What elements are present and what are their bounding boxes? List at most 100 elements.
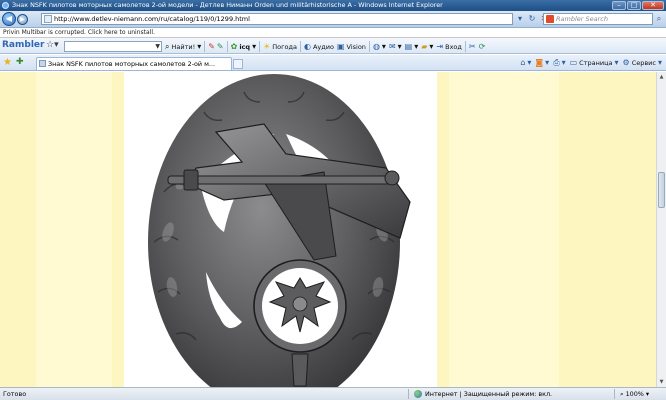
- chevron-down-icon: ▾: [657, 58, 662, 67]
- chevron-down-icon: ▾: [197, 41, 202, 51]
- home-button[interactable]: ⌂ ▾: [520, 58, 531, 68]
- rambler-toolbar: Rambler ☆▾ ⌕Найти!▾ ✎✎ ✿icq▾ ☀Погода ◐Ау…: [0, 38, 666, 54]
- audio-button[interactable]: ◐ Аудио: [304, 42, 334, 52]
- page-content: [0, 72, 656, 387]
- pencil-icon: ✎: [208, 41, 215, 51]
- vision-button[interactable]: ▣ Vision: [337, 42, 366, 52]
- divider: [368, 41, 370, 52]
- scroll-up-icon[interactable]: ▲: [657, 72, 666, 82]
- chevron-down-icon: ▾: [545, 58, 550, 67]
- login-label: Вход: [445, 42, 462, 51]
- close-button[interactable]: ✕: [642, 1, 664, 10]
- back-button[interactable]: ◀: [2, 12, 16, 26]
- command-bar: ⌂ ▾ ◙ ▾ ⎙ ▾ ▭ Страница ▾ ⚙ Сервис ▾: [520, 57, 662, 69]
- rambler-star-icon[interactable]: ☆▾: [46, 40, 59, 50]
- internet-globe-icon: [414, 390, 422, 398]
- tab-label: Знак NSFK пилотов моторных самолетов 2-о…: [48, 60, 216, 68]
- add-favorites-icon[interactable]: ✚: [16, 57, 24, 67]
- new-tab-button[interactable]: [233, 59, 243, 69]
- highlight-button[interactable]: ✎ ✎: [208, 42, 223, 52]
- rambler-search-field[interactable]: [64, 41, 162, 52]
- address-url: http://www.detlev-niemann.com/ru/catalog…: [54, 15, 250, 23]
- news-icon: ▤: [404, 41, 413, 51]
- search-go-icon[interactable]: ⌕: [654, 14, 664, 24]
- icq-button[interactable]: ✿ icq ▾: [231, 42, 256, 52]
- chevron-down-icon: ▾: [252, 41, 257, 51]
- address-input[interactable]: http://www.detlev-niemann.com/ru/catalog…: [41, 13, 513, 25]
- tab-page-icon: [39, 60, 46, 67]
- ie-logo-icon: [2, 2, 9, 9]
- divider: [204, 41, 206, 52]
- security-zone[interactable]: Интернет | Защищенный режим: вкл.: [414, 388, 552, 400]
- rambler-logo[interactable]: Rambler: [2, 40, 44, 50]
- badge-photo: [124, 72, 437, 387]
- zoom-control[interactable]: ⌕ 100% ▾: [620, 388, 649, 400]
- left-margin-band: [0, 72, 124, 387]
- divider: [226, 41, 228, 52]
- page-icon: ▭: [569, 58, 578, 67]
- settings-button[interactable]: ✂: [469, 42, 476, 52]
- information-bar[interactable]: Privin Multibar is corrupted. Click here…: [0, 28, 666, 38]
- chevron-down-icon: ▾: [414, 41, 419, 51]
- icq-flower-icon: ✿: [230, 41, 238, 51]
- gear-icon: ⚙: [622, 58, 630, 67]
- chevron-down-icon: ▾: [561, 58, 566, 67]
- status-text: Готово: [3, 390, 27, 398]
- chevron-down-icon: ▾: [381, 41, 386, 51]
- vision-icon: ▣: [336, 41, 345, 51]
- audio-icon: ◐: [303, 41, 311, 51]
- address-toolbar: ◀ ▶ http://www.detlev-niemann.com/ru/cat…: [0, 11, 666, 28]
- maximize-button[interactable]: □: [627, 1, 641, 10]
- forward-button[interactable]: ▶: [17, 14, 28, 25]
- scrollbar-thumb[interactable]: [658, 172, 665, 208]
- sync-icon: ⟳: [478, 41, 486, 51]
- search-placeholder: Rambler Search: [556, 15, 608, 23]
- home-icon: ⌂: [520, 58, 526, 67]
- folder-icon: ▰: [421, 41, 428, 51]
- print-button[interactable]: ⎙ ▾: [553, 58, 565, 68]
- vertical-scrollbar[interactable]: ▲ ▼: [656, 72, 666, 387]
- minimize-button[interactable]: –: [612, 1, 626, 10]
- divider: [614, 389, 615, 399]
- chevron-down-icon: ▾: [397, 41, 402, 51]
- tool-button-2[interactable]: ✉ ▾: [389, 42, 402, 52]
- login-icon: ⇥: [436, 41, 444, 51]
- scroll-down-icon[interactable]: ▼: [657, 377, 666, 387]
- left-margin-stripe: [36, 72, 112, 387]
- tool-button-1[interactable]: ◍ ▾: [373, 42, 386, 52]
- icq-label: icq: [239, 42, 251, 51]
- wrench-icon: ✂: [468, 41, 476, 51]
- tools-menu-label: Сервис: [631, 59, 656, 67]
- window-controls: – □ ✕: [612, 1, 664, 10]
- divider: [299, 41, 301, 52]
- audio-label: Аудио: [312, 42, 334, 51]
- divider: [464, 41, 466, 52]
- printer-icon: ⎙: [553, 58, 560, 67]
- tool-button-4[interactable]: ▰ ▾: [421, 42, 433, 52]
- vision-label: Vision: [346, 42, 366, 51]
- dropdown-arrow-icon[interactable]: ▾: [515, 13, 525, 25]
- sun-icon: ☀: [263, 41, 271, 51]
- refresh-toolbar-button[interactable]: ⟳: [479, 42, 486, 52]
- rambler-buttons: ⌕ Найти! ▾ ✎ ✎ ✿ icq ▾ ☀ Погода ◐ Аудио ▣ Vision…: [165, 40, 485, 53]
- refresh-icon[interactable]: ↻: [527, 13, 537, 25]
- tab-active[interactable]: Знак NSFK пилотов моторных самолетов 2-о…: [36, 57, 232, 70]
- weather-button[interactable]: ☀ Погода: [263, 42, 297, 52]
- chevron-down-icon: ▾: [614, 58, 619, 67]
- page-menu[interactable]: ▭ Страница ▾: [570, 58, 619, 68]
- right-margin-stripe: [449, 72, 559, 387]
- page-icon: [44, 15, 52, 23]
- globe-icon: ◍: [372, 41, 380, 51]
- favorites-star-icon[interactable]: ★: [3, 57, 12, 68]
- login-button[interactable]: ⇥ Вход: [436, 42, 461, 52]
- divider: [259, 41, 261, 52]
- search-input[interactable]: Rambler Search: [543, 13, 653, 25]
- feeds-button[interactable]: ◙ ▾: [535, 58, 549, 68]
- rss-icon: ◙: [535, 58, 544, 67]
- tools-menu[interactable]: ⚙ Сервис ▾: [623, 58, 662, 68]
- rambler-find-button[interactable]: ⌕ Найти! ▾: [165, 42, 201, 52]
- window-title-bar: Знак NSFK пилотов моторных самолетов 2-о…: [0, 0, 666, 11]
- weather-label: Погода: [272, 42, 297, 51]
- zoom-level: 100%: [625, 390, 644, 398]
- tool-button-3[interactable]: ▤ ▾: [405, 42, 419, 52]
